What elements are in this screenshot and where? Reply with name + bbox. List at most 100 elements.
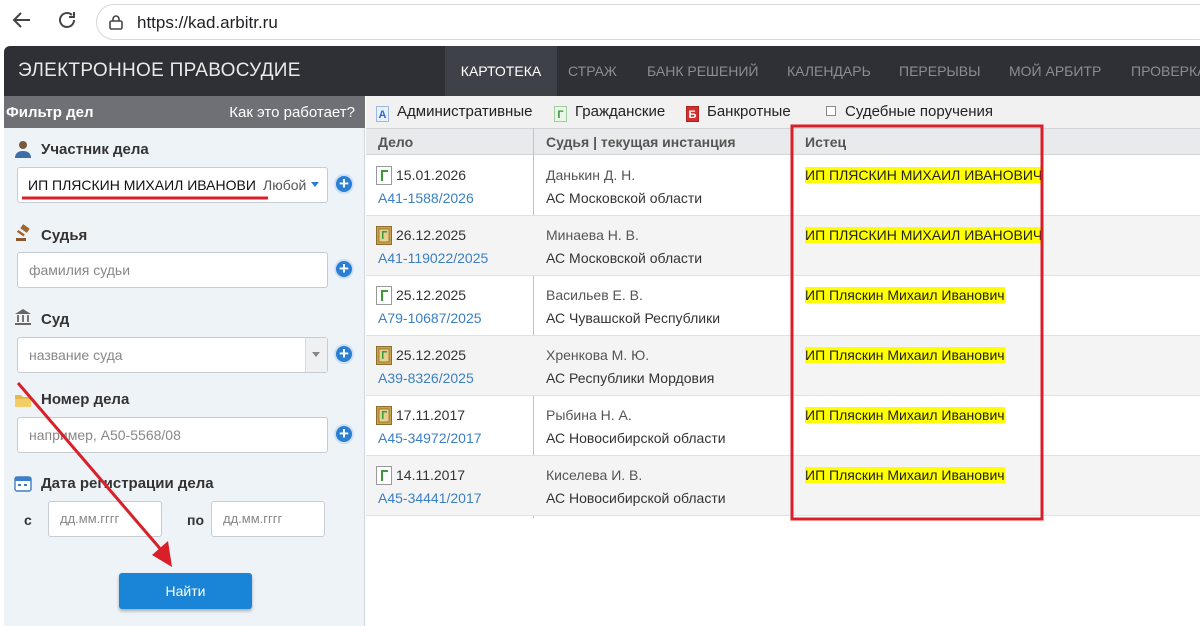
table-row[interactable]: 25.12.2025 А79-10687/2025 Васильев Е. В. АС… [366,276,1200,336]
col-plaintiff-header[interactable]: Истец [805,134,846,150]
case-date: 25.12.2025 [396,347,467,363]
add-participant-button[interactable]: + [334,174,354,194]
court-orders-checkbox[interactable] [826,106,836,116]
nav-strazh[interactable]: СТРАЖ [568,46,617,96]
court-name: АС Новосибирской области [546,430,726,446]
judge-name: Киселева И. В. [546,467,643,483]
nav-bank-resheniy[interactable]: БАНК РЕШЕНИЙ [647,46,758,96]
date-to-placeholder: дд.мм.гггг [223,511,283,526]
category-tabs: А Административные Г Гражданские Б Банкротн… [366,96,1200,128]
bankruptcy-icon: Б [686,106,699,122]
date-from-input[interactable]: дд.мм.гггг [48,501,162,537]
tab-civil-label: Гражданские [575,103,666,120]
judge-name: Данькин Д. Н. [546,167,636,183]
case-number-link[interactable]: А41-119022/2025 [378,250,488,266]
plaintiff-name[interactable]: ИП Пляскин Михаил Иванович [805,347,1005,363]
civil-case-icon [376,286,392,305]
case-number-link[interactable]: А39-8326/2025 [378,370,474,386]
add-judge-button[interactable]: + [334,259,354,279]
case-number-link[interactable]: А45-34441/2017 [378,490,482,506]
how-it-works-link[interactable]: Как это работает? [229,104,355,121]
table-row[interactable]: 15.01.2026 А41-1588/2026 Данькин Д. Н. АС М… [366,156,1200,216]
casenum-placeholder: например, А50-5568/08 [29,427,181,443]
address-bar[interactable]: https://kad.arbitr.ru [96,4,1200,40]
reload-icon[interactable] [53,8,81,36]
court-select[interactable]: название суда [17,337,328,373]
tab-court-orders-label: Судебные поручения [845,103,994,120]
case-number-link[interactable]: А79-10687/2025 [378,310,482,326]
table-row[interactable]: 25.12.2025 А39-8326/2025 Хренкова М. Ю. АС … [366,336,1200,396]
nav-proverka[interactable]: ПРОВЕРКА [1131,46,1200,96]
civil-case-icon [376,466,392,485]
judge-name: Минаева Н. В. [546,227,639,243]
table-row[interactable]: 17.11.2017 А45-34972/2017 Рыбина Н. А. АС Н… [366,396,1200,456]
tab-bankruptcy[interactable]: Б Банкротные [686,103,791,122]
date-from-placeholder: дд.мм.гггг [60,511,120,526]
table-row[interactable]: 26.12.2025 А41-119022/2025 Минаева Н. В. АС… [366,216,1200,276]
case-date: 14.11.2017 [396,467,466,483]
civil-case-icon [376,166,392,185]
browser-toolbar: https://kad.arbitr.ru [0,0,1200,44]
date-label: Дата регистрации дела [41,475,214,492]
chevron-down-icon [312,352,320,357]
add-casenum-button[interactable]: + [334,424,354,444]
casenum-label: Номер дела [41,391,130,408]
plaintiff-name[interactable]: ИП Пляскин Михаил Иванович [805,467,1005,483]
add-court-button[interactable]: + [334,344,354,364]
court-name: АС Чувашской Республики [546,310,721,326]
case-date: 26.12.2025 [396,227,467,243]
participant-role-select[interactable]: Любой [263,177,306,193]
find-button[interactable]: Найти [119,573,252,609]
nav-kalendar[interactable]: КАЛЕНДАРЬ [787,46,871,96]
judge-label: Судья [41,227,88,244]
tab-administrative[interactable]: А Административные [376,103,532,122]
tab-administrative-label: Административные [397,103,533,120]
judge-input[interactable]: фамилия судьи [17,252,328,288]
participant-input[interactable]: ИП ПЛЯСКИН МИХАИЛ ИВАНОВИ Любой [17,167,328,203]
user-icon [15,141,31,158]
filter-header: Фильтр дел Как это работает? [4,96,365,128]
plaintiff-name[interactable]: ИП ПЛЯСКИН МИХАИЛ ИВАНОВИЧ [805,167,1043,183]
nav-moy-arbitr[interactable]: МОЙ АРБИТР [1009,46,1101,96]
plaintiff-name[interactable]: ИП Пляскин Михаил Иванович [805,287,1005,303]
col-judge-header[interactable]: Судья | текущая инстанция [546,134,736,150]
url-text: https://kad.arbitr.ru [137,13,278,32]
judge-placeholder: фамилия судьи [29,262,131,278]
casenum-input[interactable]: например, А50-5568/08 [17,417,328,453]
plaintiff-name[interactable]: ИП ПЛЯСКИН МИХАИЛ ИВАНОВИЧ [805,227,1043,243]
judge-name: Рыбина Н. А. [546,407,632,423]
chevron-down-icon[interactable] [311,182,319,187]
court-placeholder: название суда [29,347,123,363]
date-from-label: с [24,512,32,528]
col-case-header[interactable]: Дело [378,134,413,150]
participant-value: ИП ПЛЯСКИН МИХАИЛ ИВАНОВИ [28,177,256,193]
nav-kartoteka[interactable]: КАРТОТЕКА [445,46,557,96]
gavel-icon [16,224,30,241]
case-date: 15.01.2026 [396,167,467,183]
participant-label: Участник дела [41,141,149,158]
court-name: АС Новосибирской области [546,490,726,506]
case-number-link[interactable]: А41-1588/2026 [378,190,474,206]
site-brand[interactable]: ЭЛЕКТРОННОЕ ПРАВОСУДИЕ [18,60,301,82]
table-header: Дело Судья | текущая инстанция Истец [366,128,1200,155]
case-number-link[interactable]: А45-34972/2017 [378,430,482,446]
archive-case-icon [376,406,392,425]
tab-court-orders[interactable]: Судебные поручения [826,103,993,120]
date-to-label: по [187,512,205,528]
case-date: 17.11.2017 [396,407,466,423]
tab-civil[interactable]: Г Гражданские [554,103,665,122]
folder-icon [15,395,31,407]
nav-pereryvy[interactable]: ПЕРЕРЫВЫ [899,46,981,96]
plaintiff-name[interactable]: ИП Пляскин Михаил Иванович [805,407,1005,423]
judge-name: Васильев Е. В. [546,287,643,303]
court-name: АС Московской области [546,190,703,206]
table-row[interactable]: 14.11.2017 А45-34441/2017 Киселева И. В. АС… [366,456,1200,516]
administrative-icon: А [376,106,389,122]
lock-icon [109,15,123,30]
back-icon[interactable] [8,8,36,36]
case-date: 25.12.2025 [396,287,467,303]
date-to-input[interactable]: дд.мм.гггг [211,501,325,537]
filter-panel: Фильтр дел Как это работает? Участник де… [4,96,365,626]
court-label: Суд [41,311,70,328]
tab-bankruptcy-label: Банкротные [707,103,791,120]
